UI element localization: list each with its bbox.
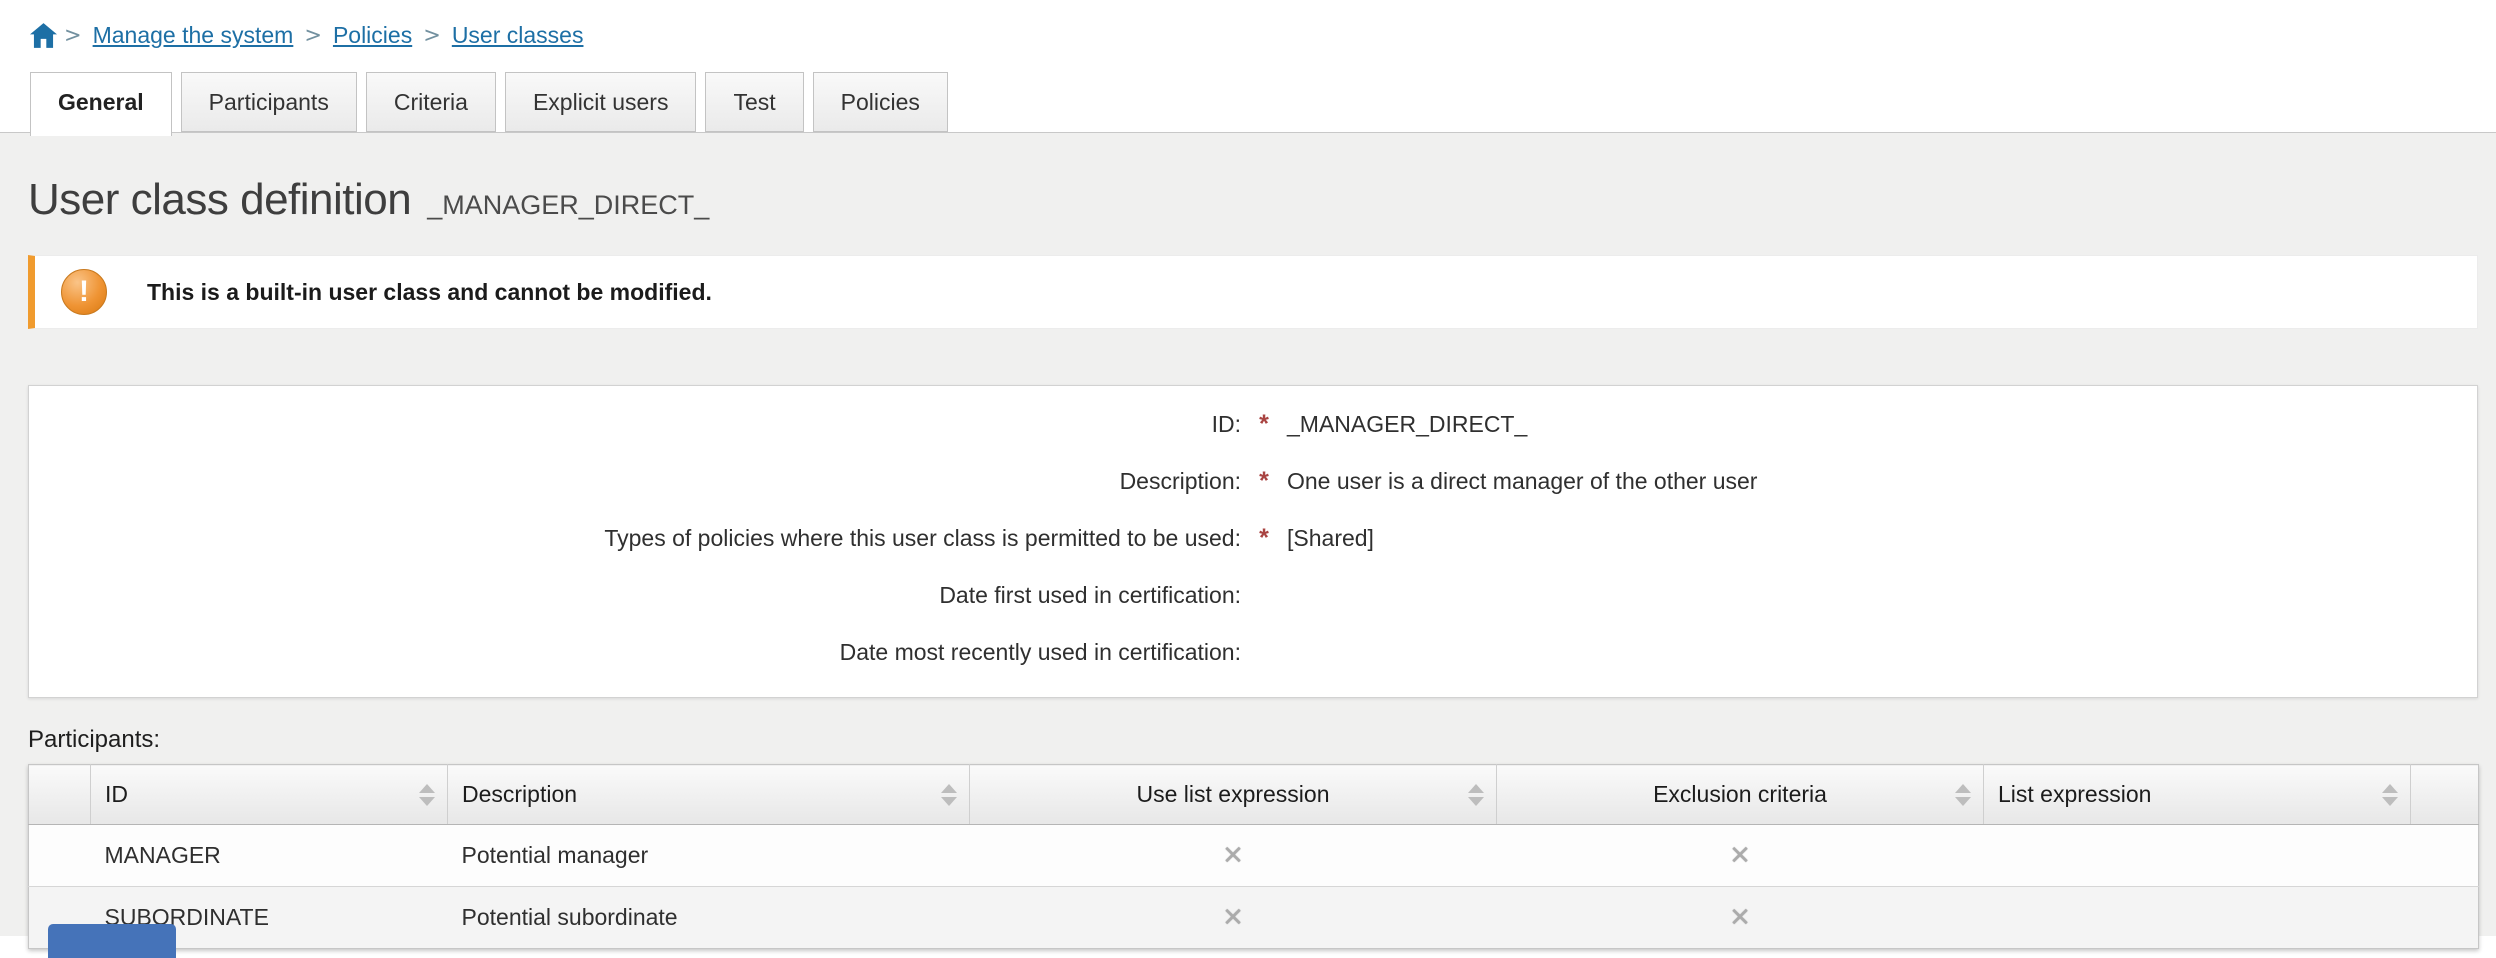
breadcrumb-link-policies[interactable]: Policies — [333, 22, 412, 49]
x-mark-icon: ✕ — [1222, 840, 1244, 870]
column-header-use-list-expression[interactable]: Use list expression — [970, 765, 1497, 825]
required-marker: * — [1241, 467, 1287, 496]
field-label: ID: — [29, 411, 1241, 438]
tab-participants[interactable]: Participants — [181, 72, 357, 132]
breadcrumb-separator: > — [304, 23, 322, 47]
column-header-label: ID — [105, 781, 128, 807]
form-row: Description: * One user is a direct mana… — [29, 453, 2477, 510]
user-class-details-panel: ID: * _MANAGER_DIRECT_ Description: * On… — [28, 385, 2478, 698]
breadcrumb-link-user-classes[interactable]: User classes — [452, 22, 584, 49]
breadcrumb-link-manage-the-system[interactable]: Manage the system — [93, 22, 294, 49]
home-icon — [30, 23, 57, 48]
required-marker: * — [1241, 524, 1287, 553]
form-row: Date most recently used in certification… — [29, 624, 2477, 681]
x-mark-icon: ✕ — [1729, 840, 1751, 870]
cell-excl: ✕ — [1497, 825, 1984, 887]
field-label: Types of policies where this user class … — [29, 525, 1241, 552]
breadcrumb-separator: > — [423, 23, 441, 47]
column-header-spacer — [2411, 765, 2479, 825]
field-value: One user is a direct manager of the othe… — [1287, 468, 1757, 495]
cell-desc: Potential subordinate — [448, 887, 970, 949]
cell-lexpr — [1984, 887, 2411, 949]
participant-row-subordinate[interactable]: SUBORDINATEPotential subordinate✕✕ — [29, 887, 2479, 949]
sort-icon[interactable] — [419, 784, 435, 806]
main-content: User class definition _MANAGER_DIRECT_ !… — [0, 133, 2496, 936]
cell-desc: Potential manager — [448, 825, 970, 887]
form-row: Types of policies where this user class … — [29, 510, 2477, 567]
column-header-label: Exclusion criteria — [1653, 781, 1827, 807]
field-value: _MANAGER_DIRECT_ — [1287, 411, 1527, 438]
column-header-id[interactable]: ID — [91, 765, 448, 825]
tab-bar: GeneralParticipantsCriteriaExplicit user… — [0, 54, 2496, 133]
page-header: User class definition _MANAGER_DIRECT_ — [28, 133, 2478, 225]
form-row: ID: * _MANAGER_DIRECT_ — [29, 396, 2477, 453]
field-label: Description: — [29, 468, 1241, 495]
cell-excl: ✕ — [1497, 887, 1984, 949]
participants-label: Participants: — [28, 726, 2478, 754]
builtin-warning-alert: ! This is a built-in user class and cann… — [28, 255, 2478, 329]
column-header-label: Description — [462, 781, 577, 807]
sort-icon[interactable] — [2382, 784, 2398, 806]
cell-use: ✕ — [970, 825, 1497, 887]
field-value: [Shared] — [1287, 525, 1374, 552]
cell-rowsel — [29, 825, 91, 887]
participants-header-row: ID Description Use list expression Exclusio… — [29, 765, 2479, 825]
tab-general[interactable]: General — [30, 72, 172, 136]
page-title: User class definition — [28, 175, 411, 225]
warning-icon: ! — [61, 269, 107, 315]
column-header-list-expression[interactable]: List expression — [1984, 765, 2411, 825]
sort-icon[interactable] — [941, 784, 957, 806]
tab-policies[interactable]: Policies — [813, 72, 948, 132]
sort-icon[interactable] — [1955, 784, 1971, 806]
tab-criteria[interactable]: Criteria — [366, 72, 496, 132]
column-header-label: Use list expression — [1136, 781, 1329, 807]
sort-icon[interactable] — [1468, 784, 1484, 806]
cell-use: ✕ — [970, 887, 1497, 949]
cell-spacer — [2411, 825, 2479, 887]
cell-spacer — [2411, 887, 2479, 949]
breadcrumb: > Manage the system > Policies > User classes — [0, 0, 2496, 54]
cell-lexpr — [1984, 825, 2411, 887]
column-header-label: List expression — [1998, 781, 2151, 807]
required-marker: * — [1241, 410, 1287, 439]
participant-row-manager[interactable]: MANAGERPotential manager ✕ ✕ — [29, 825, 2479, 887]
form-row: Date first used in certification: — [29, 567, 2477, 624]
column-header-description[interactable]: Description — [448, 765, 970, 825]
warning-text: This is a built-in user class and cannot… — [147, 279, 712, 306]
home-link[interactable] — [30, 23, 57, 48]
field-label: Date most recently used in certification… — [29, 639, 1241, 666]
tab-test[interactable]: Test — [705, 72, 803, 132]
page-subtitle: _MANAGER_DIRECT_ — [427, 190, 709, 221]
x-mark-icon: ✕ — [1222, 902, 1244, 932]
participants-table: ID Description Use list expression Exclusio… — [28, 764, 2479, 949]
breadcrumb-separator: > — [64, 23, 82, 47]
cell-id: MANAGER — [91, 825, 448, 887]
column-header-blank — [29, 765, 91, 825]
column-header-exclusion-criteria[interactable]: Exclusion criteria — [1497, 765, 1984, 825]
tab-explicit-users[interactable]: Explicit users — [505, 72, 696, 132]
x-mark-icon: ✕ — [1729, 902, 1751, 932]
bottom-partial-button[interactable] — [48, 924, 176, 958]
field-label: Date first used in certification: — [29, 582, 1241, 609]
